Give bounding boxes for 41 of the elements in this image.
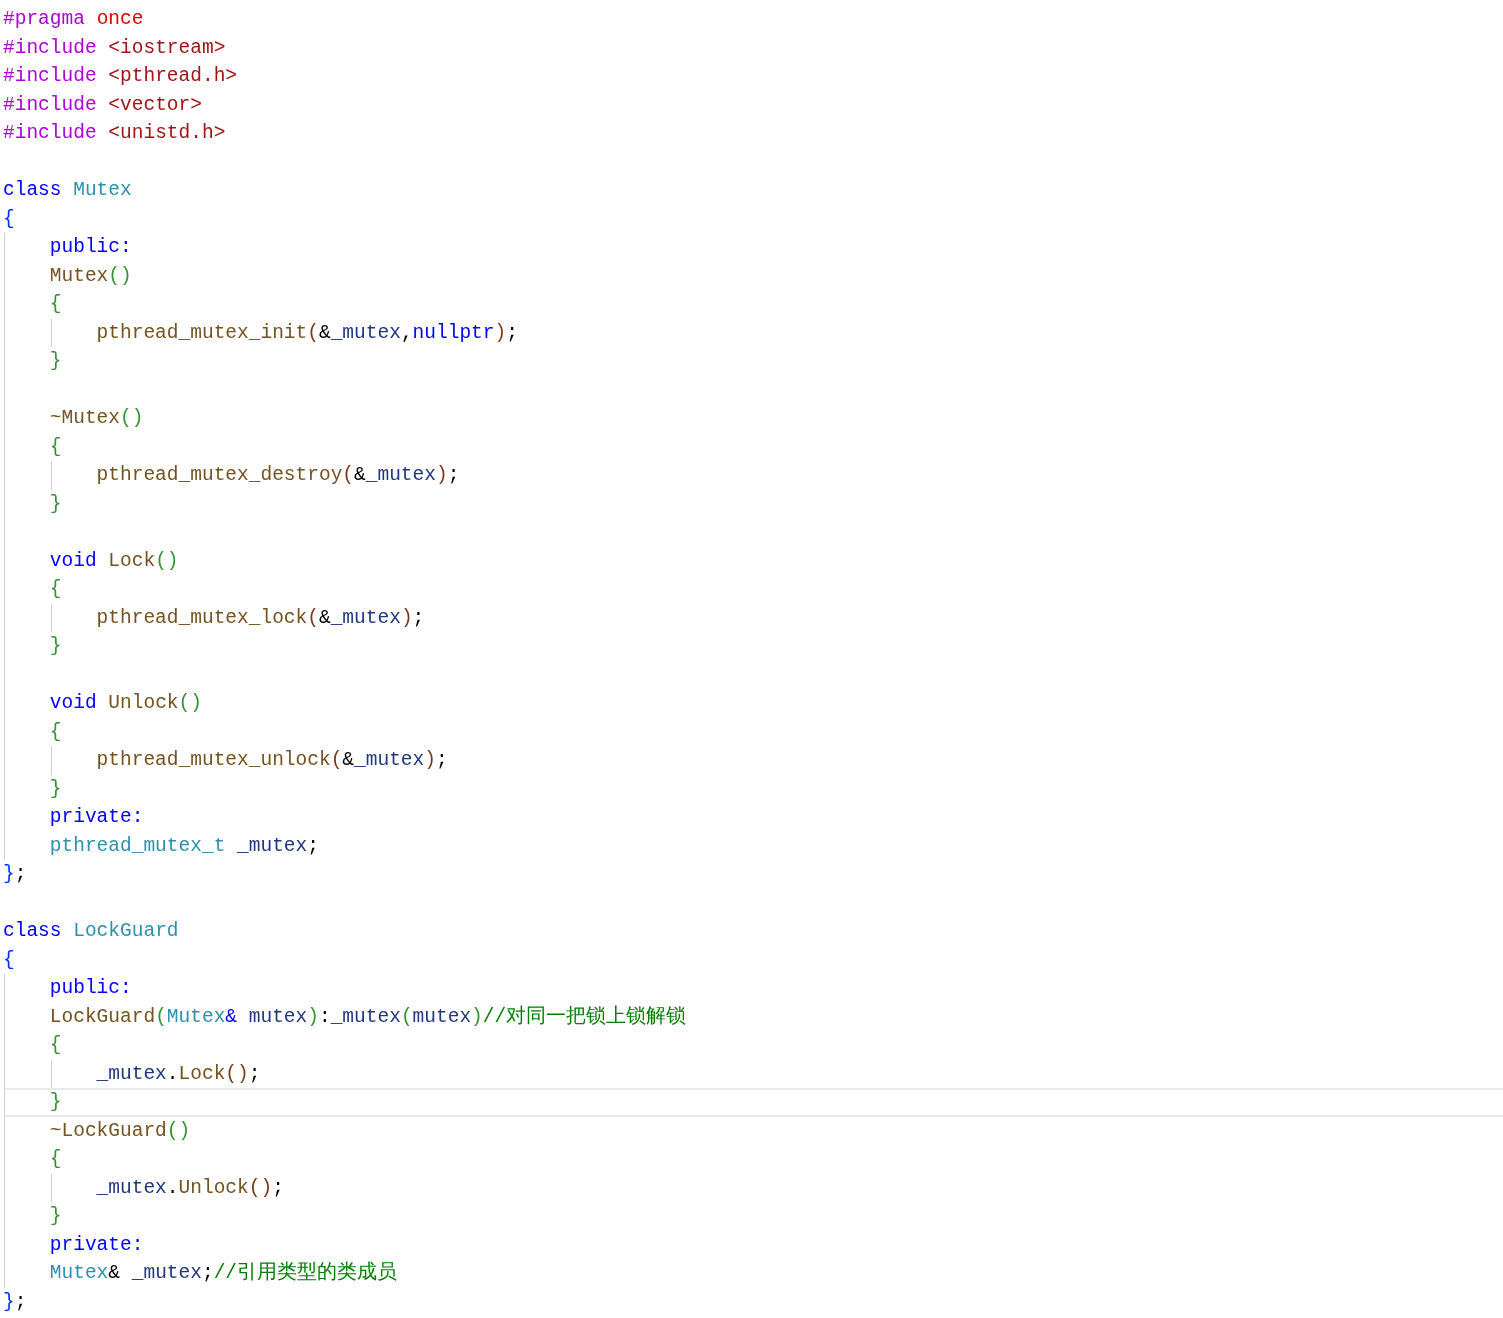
code-line: } — [48, 634, 62, 659]
code-line: pthread_mutex_lock(&_mutex); — [95, 605, 425, 631]
code-line: } — [48, 776, 62, 802]
code-line: private: — [48, 1232, 144, 1258]
code-line: public: — [48, 976, 132, 1001]
code-line: Mutex() — [48, 263, 132, 289]
code-line: { — [3, 206, 15, 232]
code-line: } — [48, 349, 62, 374]
code-line: #include <unistd.h> — [3, 121, 226, 146]
code-line: ~LockGuard() — [48, 1118, 191, 1144]
code-line: void Unlock() — [48, 691, 202, 716]
code-line: #include <iostream> — [3, 35, 226, 61]
code-line: pthread_mutex_init(&_mutex,nullptr); — [95, 320, 518, 346]
code-line: { — [48, 1033, 62, 1058]
code-line: void Lock() — [48, 548, 179, 574]
code-line: pthread_mutex_t _mutex; — [48, 833, 319, 859]
code-line: pthread_mutex_destroy(&_mutex); — [95, 463, 460, 488]
code-line: } — [48, 1090, 62, 1115]
code-line: _mutex.Unlock(); — [95, 1175, 284, 1201]
code-line: { — [3, 947, 15, 973]
code-line: #include <vector> — [3, 92, 202, 118]
code-line: private: — [48, 805, 144, 830]
code-line: { — [48, 577, 62, 602]
code-line: { — [48, 434, 62, 460]
code-line: { — [48, 292, 62, 317]
code-line: { — [48, 1147, 62, 1172]
code-line: Mutex& _mutex;//引用类型的类成员 — [48, 1260, 398, 1286]
code-line: ~Mutex() — [48, 406, 144, 431]
code-line: LockGuard(Mutex& mutex):_mutex(mutex)//对同一把锁上锁解锁 — [48, 1004, 687, 1030]
code-line: pthread_mutex_unlock(&_mutex); — [95, 748, 448, 773]
code-line: #pragma once — [3, 7, 144, 32]
code-line: } — [48, 491, 62, 517]
code-line: class LockGuard — [3, 919, 179, 944]
code-line: #include <pthread.h> — [3, 64, 238, 89]
code-line: class Mutex — [3, 178, 132, 203]
code-line: } — [48, 1204, 62, 1229]
code-line: }; — [3, 1289, 27, 1315]
code-line: { — [48, 719, 62, 745]
code-line: _mutex.Lock(); — [95, 1061, 261, 1087]
code-line: }; — [3, 862, 27, 887]
code-line: public: — [48, 235, 132, 260]
